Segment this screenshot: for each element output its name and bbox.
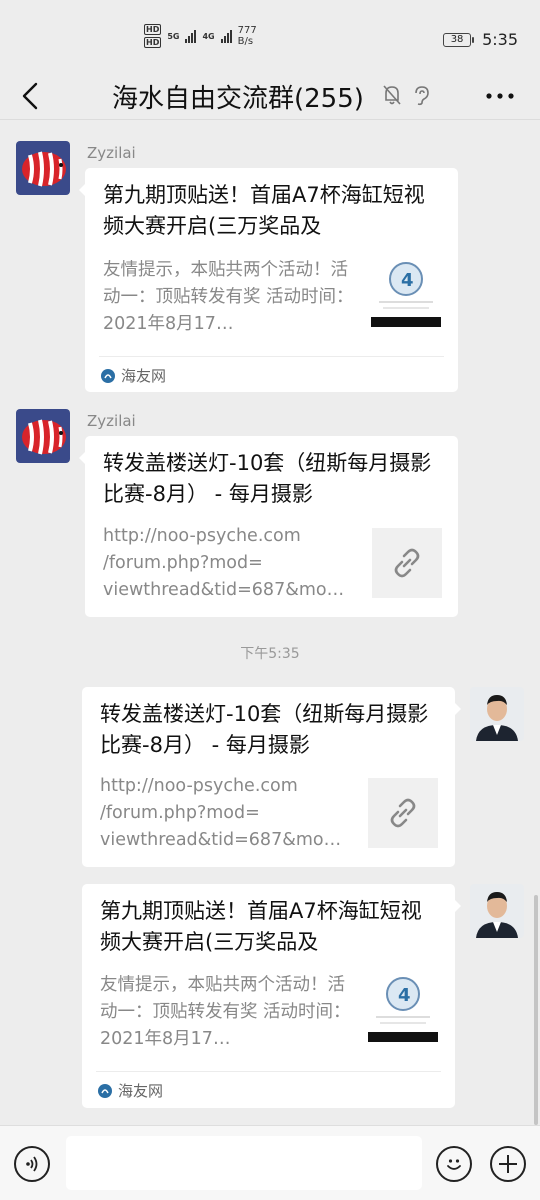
network-type-4g: 4G xyxy=(202,31,215,41)
more-dots-icon xyxy=(486,93,514,99)
chevron-left-icon xyxy=(22,82,38,110)
article-source-name: 海友网 xyxy=(118,1082,164,1100)
avatar-self-2[interactable] xyxy=(470,884,524,938)
fish-avatar-icon xyxy=(16,409,70,463)
person-avatar-icon xyxy=(470,884,524,938)
avatar-self[interactable] xyxy=(470,687,524,741)
sender-name: Zyzilai xyxy=(87,412,136,430)
network-speed-unit: B/s xyxy=(237,36,254,47)
back-button[interactable] xyxy=(14,80,46,112)
sender-name: Zyzilai xyxy=(87,144,136,162)
article-thumbnail: 4 xyxy=(371,257,441,327)
article-title: 第九期顶贴送！首届A7杯海缸短视频大赛开启(三万奖品及 xyxy=(100,899,422,954)
message-timestamp: 下午5:35 xyxy=(240,646,300,662)
link-url: http://noo-psyche.com /forum.php?mod= vi… xyxy=(103,526,345,600)
article-source: 海友网 xyxy=(98,1080,163,1101)
battery-level: 38 xyxy=(443,32,472,47)
chat-scrollbar[interactable] xyxy=(534,895,538,1125)
fish-avatar-icon xyxy=(16,141,70,195)
article-title: 第九期顶贴送！首届A7杯海缸短视频大赛开启(三万奖品及 xyxy=(103,183,425,238)
network-type-5g: 5G xyxy=(167,31,180,41)
link-thumbnail xyxy=(368,778,438,848)
status-bar: HD HD 5G 4G 777 B/s 38 5:35 xyxy=(0,0,540,72)
smiley-icon xyxy=(447,1159,461,1170)
message-input[interactable] xyxy=(66,1136,422,1190)
signal-bars-icon xyxy=(185,29,197,43)
status-bar-right: 38 5:35 xyxy=(443,30,518,49)
person-avatar-icon xyxy=(470,687,524,741)
svg-text:4: 4 xyxy=(398,985,411,1006)
chat-title: 海水自由交流群(255) xyxy=(112,84,364,114)
article-thumbnail: 4 xyxy=(368,972,438,1042)
more-options-button[interactable] xyxy=(482,80,518,112)
mute-bell-icon xyxy=(383,85,401,105)
article-source: 海友网 xyxy=(101,365,166,386)
network-speed: 777 B/s xyxy=(238,25,257,47)
more-functions-button[interactable] xyxy=(490,1146,526,1182)
link-title: 转发盖楼送灯-10套（纽斯每月摄影比赛-8月） - 每月摄影 xyxy=(103,451,432,506)
title-status-icons xyxy=(382,84,430,106)
link-thumbnail xyxy=(372,528,442,598)
link-url: http://noo-psyche.com /forum.php?mod= vi… xyxy=(100,776,342,850)
emoji-button[interactable] xyxy=(436,1146,472,1182)
contest-poster-icon: 4 xyxy=(371,257,441,327)
article-card[interactable]: 第九期顶贴送！首届A7杯海缸短视频大赛开启(三万奖品及 友情提示，本贴共两个活动… xyxy=(79,168,458,392)
network-speed-value: 777 xyxy=(237,25,257,36)
status-bar-left: HD HD 5G 4G 777 B/s xyxy=(144,24,257,48)
link-icon xyxy=(394,548,420,578)
contest-poster-icon: 4 xyxy=(368,972,438,1042)
article-description: 友情提示，本贴共两个活动！活动一：顶贴转发有奖 活动时间：2021年8月17… xyxy=(103,260,354,334)
link-card[interactable]: 转发盖楼送灯-10套（纽斯每月摄影比赛-8月） - 每月摄影 http://no… xyxy=(79,436,458,617)
article-description: 友情提示，本贴共两个活动！活动一：顶贴转发有奖 活动时间：2021年8月17… xyxy=(100,975,351,1049)
source-logo-icon xyxy=(101,368,115,383)
avatar-zyzilai-2[interactable] xyxy=(16,409,70,463)
input-bar xyxy=(0,1125,540,1200)
hd-badge-2: HD xyxy=(144,37,162,48)
signal-bars-icon-2 xyxy=(220,29,232,43)
plus-icon xyxy=(499,1155,517,1173)
status-time: 5:35 xyxy=(482,30,518,49)
link-icon xyxy=(390,798,416,828)
hd-badge-1: HD xyxy=(144,24,162,35)
link-title: 转发盖楼送灯-10套（纽斯每月摄影比赛-8月） - 每月摄影 xyxy=(100,702,429,757)
link-card-sent[interactable]: 转发盖楼送灯-10套（纽斯每月摄影比赛-8月） - 每月摄影 http://no… xyxy=(82,687,461,867)
source-logo-icon xyxy=(98,1083,112,1098)
chat-header: 海水自由交流群(255) xyxy=(0,72,540,120)
article-source-name: 海友网 xyxy=(121,367,167,385)
battery-icon: 38 xyxy=(443,32,475,47)
ear-icon xyxy=(415,86,429,106)
article-card-sent[interactable]: 第九期顶贴送！首届A7杯海缸短视频大赛开启(三万奖品及 友情提示，本贴共两个活动… xyxy=(82,884,461,1108)
voice-input-button[interactable] xyxy=(14,1146,50,1182)
avatar-zyzilai[interactable] xyxy=(16,141,70,195)
svg-text:4: 4 xyxy=(401,270,414,291)
voice-wave-icon xyxy=(26,1156,38,1172)
